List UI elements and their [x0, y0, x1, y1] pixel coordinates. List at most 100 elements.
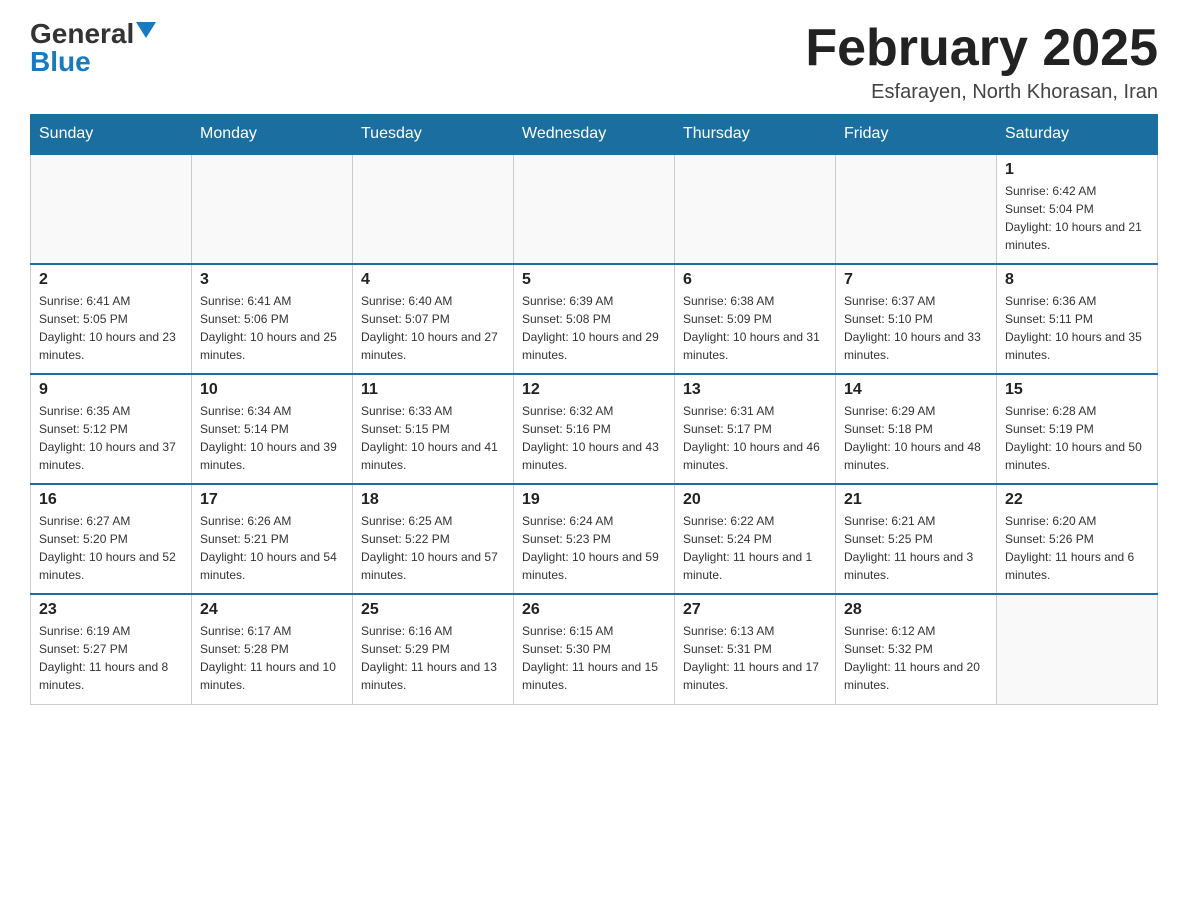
calendar-day-cell: 18 Sunrise: 6:25 AM Sunset: 5:22 PM Dayli… — [353, 484, 514, 594]
calendar-day-cell — [353, 154, 514, 264]
day-info: Sunrise: 6:29 AM Sunset: 5:18 PM Dayligh… — [844, 402, 988, 474]
calendar-day-cell: 25Sunrise: 6:16 AM Sunset: 5:29 PM Dayli… — [353, 594, 514, 704]
calendar-day-cell: 9 Sunrise: 6:35 AM Sunset: 5:12 PM Daylig… — [31, 374, 192, 484]
day-number: 21 — [844, 491, 988, 509]
day-number: 11 — [361, 381, 505, 399]
calendar-week-row: 23Sunrise: 6:19 AM Sunset: 5:27 PM Dayli… — [31, 594, 1158, 704]
calendar-day-cell: 6 Sunrise: 6:38 AM Sunset: 5:09 PM Daylig… — [675, 264, 836, 374]
day-info: Sunrise: 6:26 AM Sunset: 5:21 PM Dayligh… — [200, 512, 344, 584]
page-header: General Blue February 2025 Esfarayen, No… — [30, 20, 1158, 104]
day-info: Sunrise: 6:42 AM Sunset: 5:04 PM Dayligh… — [1005, 182, 1149, 254]
day-info: Sunrise: 6:13 AM Sunset: 5:31 PM Dayligh… — [683, 622, 827, 694]
day-number: 14 — [844, 381, 988, 399]
calendar-week-row: 9 Sunrise: 6:35 AM Sunset: 5:12 PM Daylig… — [31, 374, 1158, 484]
day-number: 4 — [361, 271, 505, 289]
calendar-day-cell: 19 Sunrise: 6:24 AM Sunset: 5:23 PM Dayli… — [514, 484, 675, 594]
calendar-day-cell: 3Sunrise: 6:41 AM Sunset: 5:06 PM Daylig… — [192, 264, 353, 374]
day-info: Sunrise: 6:40 AM Sunset: 5:07 PM Dayligh… — [361, 292, 505, 364]
calendar-day-cell: 27 Sunrise: 6:13 AM Sunset: 5:31 PM Dayli… — [675, 594, 836, 704]
day-number: 5 — [522, 271, 666, 289]
calendar-day-cell: 15 Sunrise: 6:28 AM Sunset: 5:19 PM Dayli… — [997, 374, 1158, 484]
day-number: 15 — [1005, 381, 1149, 399]
calendar-day-cell: 4 Sunrise: 6:40 AM Sunset: 5:07 PM Daylig… — [353, 264, 514, 374]
calendar-day-cell: 7 Sunrise: 6:37 AM Sunset: 5:10 PM Daylig… — [836, 264, 997, 374]
calendar-day-cell: 10 Sunrise: 6:34 AM Sunset: 5:14 PM Dayli… — [192, 374, 353, 484]
calendar-day-cell: 11 Sunrise: 6:33 AM Sunset: 5:15 PM Dayli… — [353, 374, 514, 484]
day-number: 6 — [683, 271, 827, 289]
day-info: Sunrise: 6:38 AM Sunset: 5:09 PM Dayligh… — [683, 292, 827, 364]
day-info: Sunrise: 6:24 AM Sunset: 5:23 PM Dayligh… — [522, 512, 666, 584]
calendar-day-cell: 8 Sunrise: 6:36 AM Sunset: 5:11 PM Daylig… — [997, 264, 1158, 374]
day-info: Sunrise: 6:21 AM Sunset: 5:25 PM Dayligh… — [844, 512, 988, 584]
title-block: February 2025 Esfarayen, North Khorasan,… — [805, 20, 1158, 104]
day-number: 24 — [200, 601, 344, 619]
day-number: 22 — [1005, 491, 1149, 509]
day-info: Sunrise: 6:20 AM Sunset: 5:26 PM Dayligh… — [1005, 512, 1149, 584]
calendar-day-cell: 12 Sunrise: 6:32 AM Sunset: 5:16 PM Dayli… — [514, 374, 675, 484]
day-info: Sunrise: 6:22 AM Sunset: 5:24 PM Dayligh… — [683, 512, 827, 584]
calendar-day-cell — [192, 154, 353, 264]
day-info: Sunrise: 6:31 AM Sunset: 5:17 PM Dayligh… — [683, 402, 827, 474]
day-number: 13 — [683, 381, 827, 399]
calendar-day-header: Sunday — [31, 115, 192, 155]
day-info: Sunrise: 6:39 AM Sunset: 5:08 PM Dayligh… — [522, 292, 666, 364]
calendar-week-row: 2Sunrise: 6:41 AM Sunset: 5:05 PM Daylig… — [31, 264, 1158, 374]
calendar-day-header: Saturday — [997, 115, 1158, 155]
day-number: 1 — [1005, 161, 1149, 179]
calendar-day-cell: 28 Sunrise: 6:12 AM Sunset: 5:32 PM Dayli… — [836, 594, 997, 704]
day-info: Sunrise: 6:34 AM Sunset: 5:14 PM Dayligh… — [200, 402, 344, 474]
calendar-day-cell: 23Sunrise: 6:19 AM Sunset: 5:27 PM Dayli… — [31, 594, 192, 704]
calendar-day-cell — [997, 594, 1158, 704]
calendar-day-header: Tuesday — [353, 115, 514, 155]
month-title: February 2025 — [805, 20, 1158, 77]
calendar-day-cell: 22 Sunrise: 6:20 AM Sunset: 5:26 PM Dayli… — [997, 484, 1158, 594]
day-number: 28 — [844, 601, 988, 619]
day-info: Sunrise: 6:37 AM Sunset: 5:10 PM Dayligh… — [844, 292, 988, 364]
calendar-day-cell: 1 Sunrise: 6:42 AM Sunset: 5:04 PM Daylig… — [997, 154, 1158, 264]
calendar-day-header: Monday — [192, 115, 353, 155]
day-number: 2 — [39, 271, 183, 289]
logo: General Blue — [30, 20, 156, 76]
calendar-header-row: SundayMondayTuesdayWednesdayThursdayFrid… — [31, 115, 1158, 155]
calendar-day-cell: 17 Sunrise: 6:26 AM Sunset: 5:21 PM Dayli… — [192, 484, 353, 594]
day-number: 9 — [39, 381, 183, 399]
calendar-day-cell: 16 Sunrise: 6:27 AM Sunset: 5:20 PM Dayli… — [31, 484, 192, 594]
day-info: Sunrise: 6:35 AM Sunset: 5:12 PM Dayligh… — [39, 402, 183, 474]
calendar-day-cell — [836, 154, 997, 264]
calendar-day-cell — [675, 154, 836, 264]
day-info: Sunrise: 6:33 AM Sunset: 5:15 PM Dayligh… — [361, 402, 505, 474]
calendar-day-cell: 24 Sunrise: 6:17 AM Sunset: 5:28 PM Dayli… — [192, 594, 353, 704]
day-number: 19 — [522, 491, 666, 509]
day-info: Sunrise: 6:12 AM Sunset: 5:32 PM Dayligh… — [844, 622, 988, 694]
day-number: 26 — [522, 601, 666, 619]
day-number: 16 — [39, 491, 183, 509]
day-info: Sunrise: 6:17 AM Sunset: 5:28 PM Dayligh… — [200, 622, 344, 694]
calendar-week-row: 16 Sunrise: 6:27 AM Sunset: 5:20 PM Dayli… — [31, 484, 1158, 594]
day-number: 27 — [683, 601, 827, 619]
day-number: 17 — [200, 491, 344, 509]
day-info: Sunrise: 6:25 AM Sunset: 5:22 PM Dayligh… — [361, 512, 505, 584]
day-info: Sunrise: 6:36 AM Sunset: 5:11 PM Dayligh… — [1005, 292, 1149, 364]
day-info: Sunrise: 6:27 AM Sunset: 5:20 PM Dayligh… — [39, 512, 183, 584]
day-number: 18 — [361, 491, 505, 509]
day-number: 10 — [200, 381, 344, 399]
day-info: Sunrise: 6:28 AM Sunset: 5:19 PM Dayligh… — [1005, 402, 1149, 474]
day-number: 7 — [844, 271, 988, 289]
calendar-day-header: Thursday — [675, 115, 836, 155]
calendar-day-cell: 14 Sunrise: 6:29 AM Sunset: 5:18 PM Dayli… — [836, 374, 997, 484]
calendar-day-cell — [31, 154, 192, 264]
logo-triangle-icon — [136, 22, 156, 38]
calendar-day-cell: 20Sunrise: 6:22 AM Sunset: 5:24 PM Dayli… — [675, 484, 836, 594]
calendar-day-cell: 21 Sunrise: 6:21 AM Sunset: 5:25 PM Dayli… — [836, 484, 997, 594]
calendar-table: SundayMondayTuesdayWednesdayThursdayFrid… — [30, 114, 1158, 705]
day-info: Sunrise: 6:15 AM Sunset: 5:30 PM Dayligh… — [522, 622, 666, 694]
day-number: 8 — [1005, 271, 1149, 289]
calendar-day-cell: 26 Sunrise: 6:15 AM Sunset: 5:30 PM Dayli… — [514, 594, 675, 704]
day-number: 25 — [361, 601, 505, 619]
calendar-day-cell: 2Sunrise: 6:41 AM Sunset: 5:05 PM Daylig… — [31, 264, 192, 374]
logo-blue-text: Blue — [30, 48, 91, 76]
day-number: 12 — [522, 381, 666, 399]
day-info: Sunrise: 6:32 AM Sunset: 5:16 PM Dayligh… — [522, 402, 666, 474]
day-number: 23 — [39, 601, 183, 619]
day-info: Sunrise: 6:41 AM Sunset: 5:06 PM Dayligh… — [200, 292, 344, 364]
